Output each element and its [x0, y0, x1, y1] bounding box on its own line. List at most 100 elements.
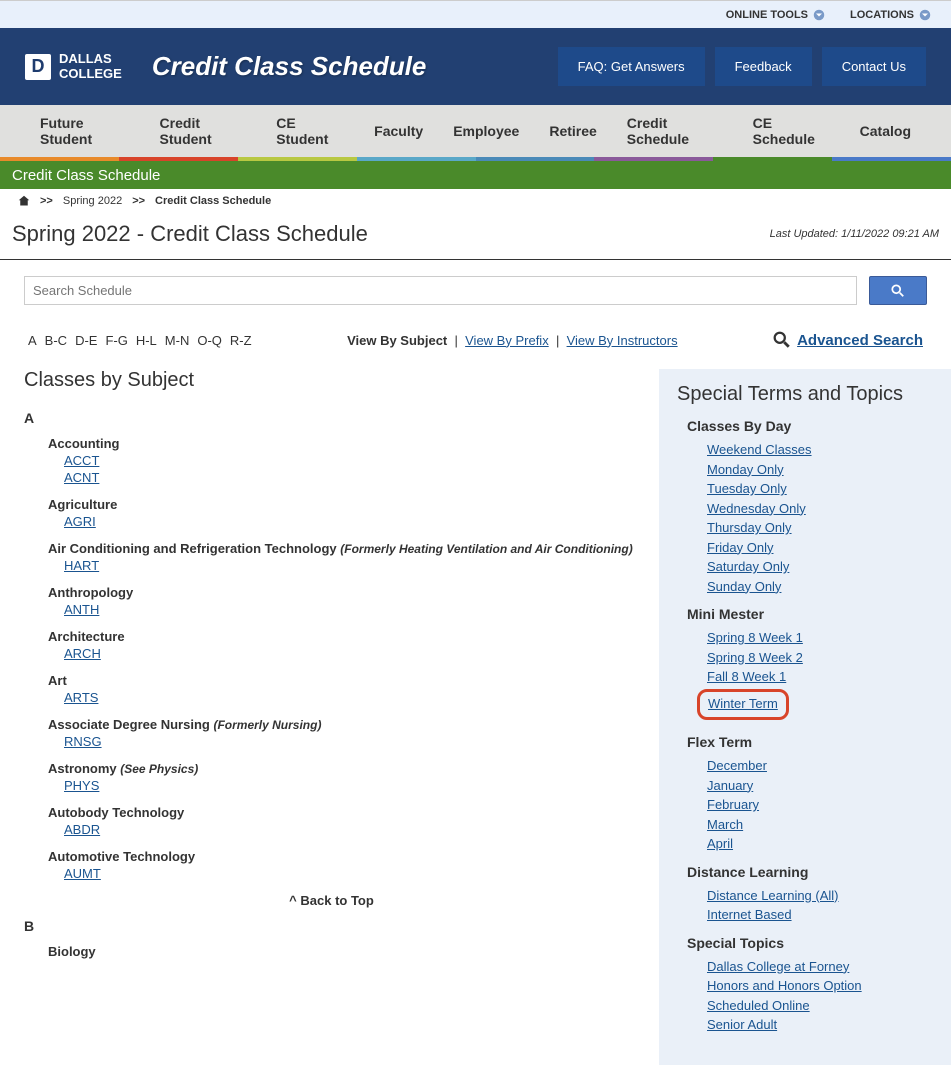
nav-faculty[interactable]: Faculty	[374, 123, 423, 139]
last-updated: Last Updated: 1/11/2022 09:21 AM	[770, 228, 939, 240]
code-abdr[interactable]: ABDR	[64, 822, 639, 837]
link-forney[interactable]: Dallas College at Forney	[707, 957, 933, 977]
subject-name: Anthropology	[48, 585, 133, 600]
sidebar: Special Terms and Topics Classes By Day …	[659, 369, 951, 1065]
contact-button[interactable]: Contact Us	[822, 47, 926, 86]
section-banner: Credit Class Schedule	[0, 161, 951, 189]
filter-row: A B-C D-E F-G H-L M-N O-Q R-Z View By Su…	[0, 321, 951, 359]
alpha-de[interactable]: D-E	[75, 333, 97, 348]
subject-automotive: Automotive Technology AUMT	[48, 849, 639, 881]
link-march[interactable]: March	[707, 815, 933, 835]
search-icon	[773, 331, 791, 349]
alpha-fg[interactable]: F-G	[105, 333, 127, 348]
subject-name: Agriculture	[48, 497, 117, 512]
home-icon[interactable]	[18, 195, 30, 207]
breadcrumb: >> Spring 2022 >> Credit Class Schedule	[0, 189, 951, 213]
link-spring8w2[interactable]: Spring 8 Week 2	[707, 648, 933, 668]
code-agri[interactable]: AGRI	[64, 514, 639, 529]
view-by: View By Subject | View By Prefix | View …	[347, 333, 678, 348]
link-saturday[interactable]: Saturday Only	[707, 557, 933, 577]
subject-name: Associate Degree Nursing	[48, 717, 213, 732]
page-header: Spring 2022 - Credit Class Schedule Last…	[0, 213, 951, 260]
link-monday[interactable]: Monday Only	[707, 460, 933, 480]
nav-catalog[interactable]: Catalog	[860, 123, 911, 139]
link-internet-based[interactable]: Internet Based	[707, 905, 933, 925]
sidebar-heading: Classes By Day	[687, 418, 933, 434]
search-button[interactable]	[869, 276, 927, 305]
search-row	[0, 260, 951, 321]
faq-button[interactable]: FAQ: Get Answers	[558, 47, 705, 86]
online-tools-link[interactable]: ONLINE TOOLS	[726, 9, 825, 21]
alpha-oq[interactable]: O-Q	[197, 333, 222, 348]
subject-name: Art	[48, 673, 67, 688]
main-nav: Future Student Credit Student CE Student…	[0, 105, 951, 157]
code-hart[interactable]: HART	[64, 558, 639, 573]
nav-retiree[interactable]: Retiree	[549, 123, 596, 139]
link-december[interactable]: December	[707, 756, 933, 776]
link-senior-adult[interactable]: Senior Adult	[707, 1015, 933, 1035]
code-arts[interactable]: ARTS	[64, 690, 639, 705]
letter-b: B	[24, 918, 639, 934]
advanced-search: Advanced Search	[773, 331, 923, 349]
nav-ce-schedule[interactable]: CE Schedule	[753, 115, 830, 147]
link-april[interactable]: April	[707, 834, 933, 854]
search-input[interactable]	[24, 276, 857, 305]
alpha-links: A B-C D-E F-G H-L M-N O-Q R-Z	[28, 333, 252, 348]
subject-name: Automotive Technology	[48, 849, 195, 864]
link-february[interactable]: February	[707, 795, 933, 815]
code-acnt[interactable]: ACNT	[64, 470, 639, 485]
classes-by-subject-title: Classes by Subject	[24, 369, 639, 392]
alpha-bc[interactable]: B-C	[45, 333, 67, 348]
link-sunday[interactable]: Sunday Only	[707, 577, 933, 597]
chevron-down-icon	[813, 9, 825, 21]
alpha-rz[interactable]: R-Z	[230, 333, 252, 348]
link-friday[interactable]: Friday Only	[707, 538, 933, 558]
locations-link[interactable]: LOCATIONS	[850, 9, 931, 21]
subject-note: (Formerly Nursing)	[213, 718, 321, 732]
link-fall8w1[interactable]: Fall 8 Week 1	[707, 667, 933, 687]
link-weekend[interactable]: Weekend Classes	[707, 440, 933, 460]
back-to-top-link[interactable]: ^ Back to Top	[289, 893, 374, 908]
link-spring8w1[interactable]: Spring 8 Week 1	[707, 628, 933, 648]
sidebar-classes-by-day: Classes By Day Weekend Classes Monday On…	[677, 418, 933, 596]
code-acct[interactable]: ACCT	[64, 453, 639, 468]
alpha-a[interactable]: A	[28, 333, 37, 348]
advanced-search-link[interactable]: Advanced Search	[797, 332, 923, 349]
view-by-instructors[interactable]: View By Instructors	[567, 333, 678, 348]
link-wednesday[interactable]: Wednesday Only	[707, 499, 933, 519]
back-to-top[interactable]: ^ Back to Top	[24, 893, 639, 908]
sep: |	[556, 333, 559, 348]
code-arch[interactable]: ARCH	[64, 646, 639, 661]
nav-ce-student[interactable]: CE Student	[276, 115, 344, 147]
nav-future-student[interactable]: Future Student	[40, 115, 130, 147]
link-thursday[interactable]: Thursday Only	[707, 518, 933, 538]
subject-name: Air Conditioning and Refrigeration Techn…	[48, 541, 340, 556]
alpha-hl[interactable]: H-L	[136, 333, 157, 348]
feedback-button[interactable]: Feedback	[715, 47, 812, 86]
nav-credit-student[interactable]: Credit Student	[160, 115, 247, 147]
link-january[interactable]: January	[707, 776, 933, 796]
alpha-mn[interactable]: M-N	[165, 333, 190, 348]
link-honors[interactable]: Honors and Honors Option	[707, 976, 933, 996]
sidebar-special-topics: Special Topics Dallas College at Forney …	[677, 935, 933, 1035]
breadcrumb-sep: >>	[132, 195, 145, 207]
code-anth[interactable]: ANTH	[64, 602, 639, 617]
sidebar-flex-term: Flex Term December January February Marc…	[677, 734, 933, 854]
link-winter-term[interactable]: Winter Term	[708, 694, 778, 714]
code-phys[interactable]: PHYS	[64, 778, 639, 793]
subject-name: Accounting	[48, 436, 120, 451]
locations-label: LOCATIONS	[850, 9, 914, 21]
link-distance-all[interactable]: Distance Learning (All)	[707, 886, 933, 906]
link-tuesday[interactable]: Tuesday Only	[707, 479, 933, 499]
code-aumt[interactable]: AUMT	[64, 866, 639, 881]
logo[interactable]: D DALLAS COLLEGE	[25, 52, 122, 81]
code-rnsg[interactable]: RNSG	[64, 734, 639, 749]
breadcrumb-sep: >>	[40, 195, 53, 207]
breadcrumb-spring[interactable]: Spring 2022	[63, 195, 122, 207]
nav-employee[interactable]: Employee	[453, 123, 519, 139]
link-scheduled-online[interactable]: Scheduled Online	[707, 996, 933, 1016]
nav-stripe	[0, 157, 951, 161]
sidebar-distance-learning: Distance Learning Distance Learning (All…	[677, 864, 933, 925]
view-by-prefix[interactable]: View By Prefix	[465, 333, 549, 348]
nav-credit-schedule[interactable]: Credit Schedule	[627, 115, 723, 147]
